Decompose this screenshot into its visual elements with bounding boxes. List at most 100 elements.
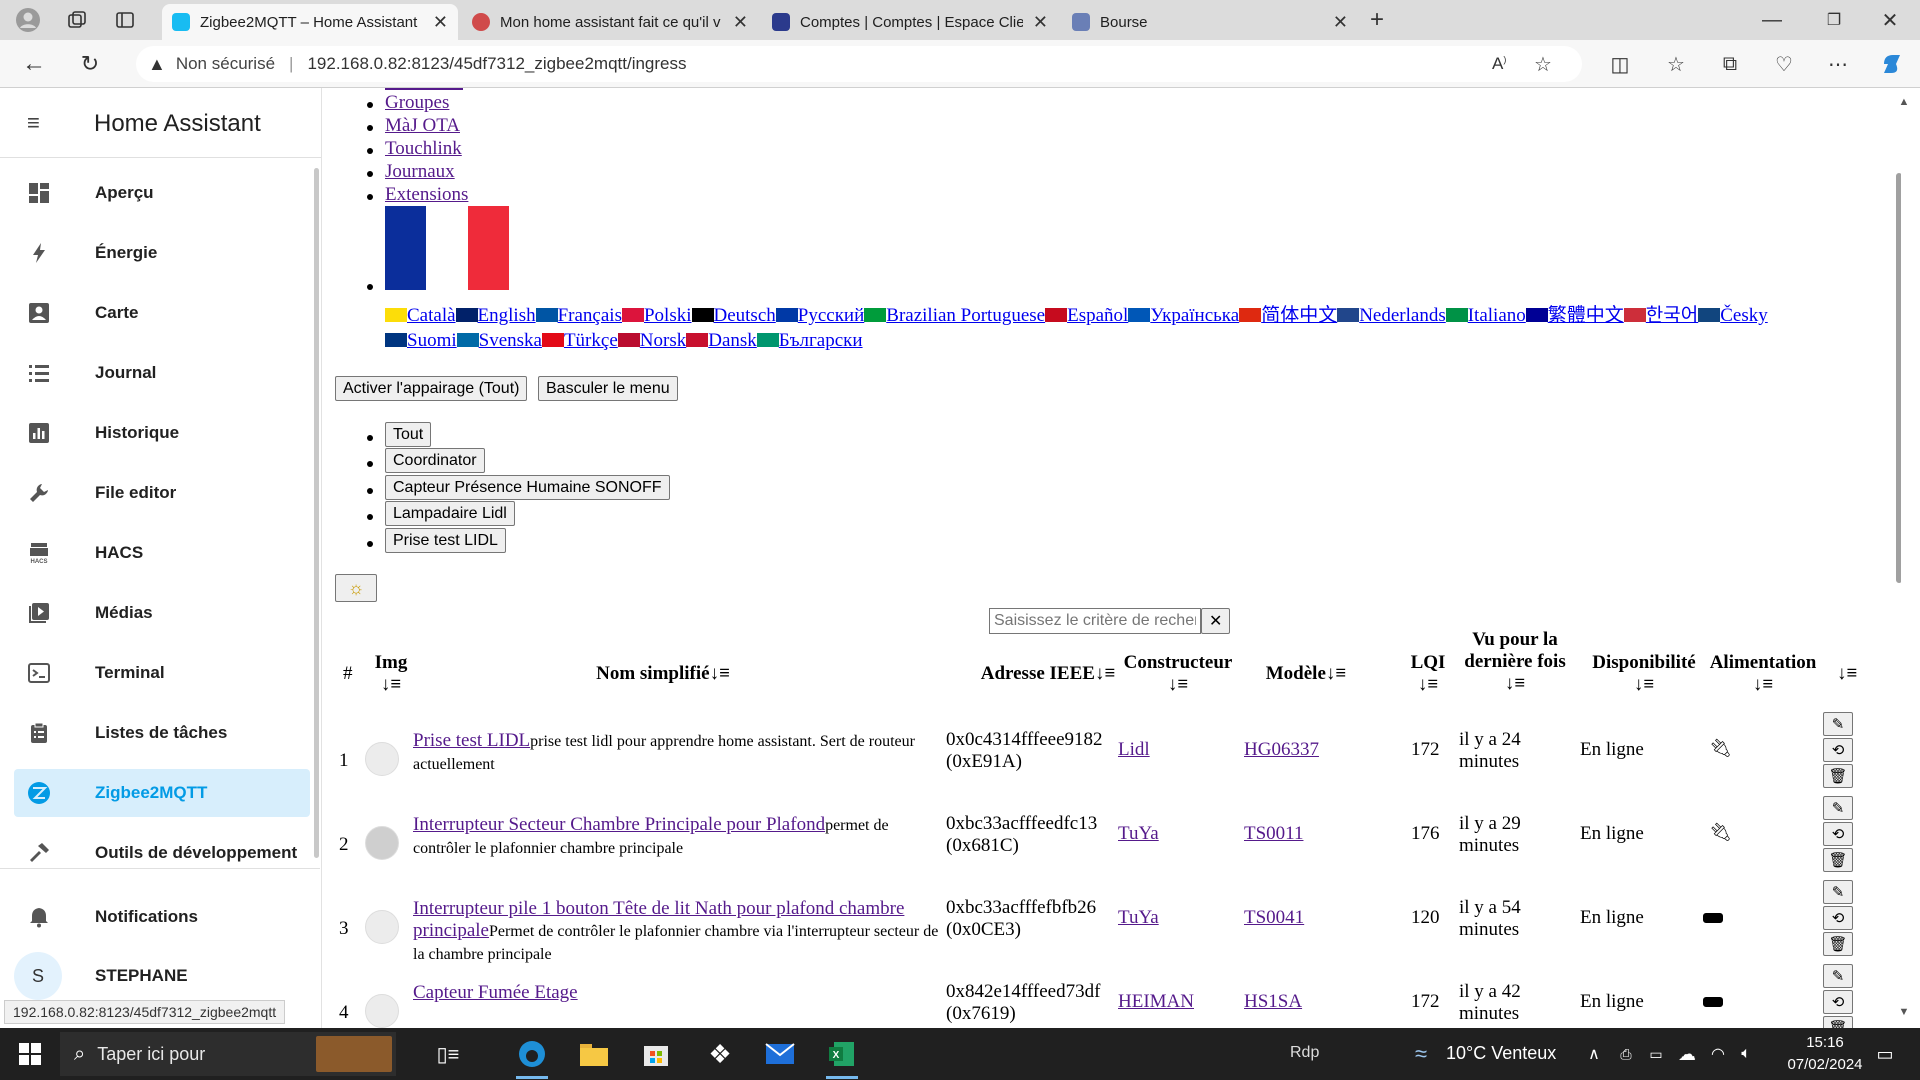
vendor-link[interactable]: Lidl bbox=[1118, 739, 1150, 761]
tab-bourse[interactable]: Bourse ✕ bbox=[1062, 4, 1358, 40]
permit-target-tout[interactable]: Tout bbox=[385, 422, 432, 447]
taskbar-search[interactable]: ⌕ Taper ici pour bbox=[60, 1032, 396, 1076]
security-label[interactable]: Non sécurisé bbox=[176, 54, 275, 74]
rename-button[interactable]: ✎ bbox=[1823, 880, 1853, 904]
search-input[interactable] bbox=[989, 608, 1201, 634]
model-link[interactable]: TS0011 bbox=[1244, 823, 1303, 845]
col-header-img[interactable]: Img ↓≡ bbox=[367, 652, 415, 696]
col-header-availability[interactable]: Disponibilité ↓≡ bbox=[1581, 652, 1707, 696]
vendor-link[interactable]: TuYa bbox=[1118, 907, 1159, 929]
rename-button[interactable]: ✎ bbox=[1823, 796, 1853, 820]
remove-button[interactable]: 🗑︎ bbox=[1823, 932, 1853, 956]
sidebar-item-apercu[interactable]: Aperçu bbox=[14, 169, 310, 217]
model-link[interactable]: TS0041 bbox=[1244, 907, 1304, 929]
windows-start-icon[interactable] bbox=[10, 1038, 50, 1070]
sidebar-item-historique[interactable]: Historique bbox=[14, 409, 310, 457]
model-link[interactable]: HG06337 bbox=[1244, 739, 1319, 761]
language-link[interactable]: Dansk bbox=[708, 330, 757, 351]
col-header-vendor[interactable]: Constructeur ↓≡ bbox=[1118, 652, 1238, 696]
model-link[interactable]: HS1SA bbox=[1244, 991, 1302, 1013]
nav-link-extensions[interactable]: Extensions bbox=[385, 184, 468, 206]
remove-button[interactable]: 🗑︎ bbox=[1823, 764, 1853, 788]
reconfigure-button[interactable]: ⟲ bbox=[1823, 990, 1853, 1014]
col-header-model[interactable]: Modèle↓≡ bbox=[1241, 663, 1371, 685]
sidebar-item-terminal[interactable]: Terminal bbox=[14, 649, 310, 697]
col-header-last-seen[interactable]: Vu pour la dernière fois ↓≡ bbox=[1459, 629, 1571, 695]
split-screen-icon[interactable]: ◫ bbox=[1604, 50, 1636, 78]
read-aloud-icon[interactable]: A) bbox=[1492, 54, 1506, 74]
store-icon[interactable] bbox=[638, 1036, 674, 1072]
sidebar-item-file-editor[interactable]: File editor bbox=[14, 469, 310, 517]
more-options-icon[interactable]: ⋯ bbox=[1822, 50, 1854, 78]
sidebar-item-notifications[interactable]: Notifications bbox=[14, 893, 310, 941]
sidebar-item-user[interactable]: S STEPHANE bbox=[14, 952, 310, 1000]
sidebar-item-zigbee2mqtt[interactable]: Zigbee2MQTT bbox=[14, 769, 310, 817]
language-link[interactable]: 한국어 bbox=[1646, 305, 1698, 326]
tab-comptes[interactable]: Comptes | Comptes | Espace Clie ✕ bbox=[762, 4, 1058, 40]
collections-icon[interactable]: ⧉ bbox=[1714, 50, 1746, 78]
favorites-icon[interactable]: ☆ bbox=[1660, 50, 1692, 78]
browser-essentials-icon[interactable]: ♡ bbox=[1768, 50, 1800, 78]
tab-forum[interactable]: Mon home assistant fait ce qu'il v ✕ bbox=[462, 4, 758, 40]
nav-link-ota[interactable]: MàJ OTA bbox=[385, 115, 460, 137]
language-link[interactable]: Brazilian Portuguese bbox=[886, 305, 1045, 326]
new-tab-icon[interactable]: + bbox=[1362, 6, 1392, 34]
sidebar-item-energie[interactable]: Énergie bbox=[14, 229, 310, 277]
dropbox-icon[interactable]: ❖ bbox=[702, 1036, 738, 1072]
sidebar-item-hacs[interactable]: HACS HACS bbox=[14, 529, 310, 577]
workspaces-icon[interactable] bbox=[62, 6, 92, 34]
favorite-star-icon[interactable]: ☆ bbox=[1534, 52, 1552, 77]
language-link[interactable]: Svenska bbox=[479, 330, 542, 351]
language-link[interactable]: Русский bbox=[798, 305, 865, 326]
language-link[interactable]: Italiano bbox=[1468, 305, 1526, 326]
language-link[interactable]: 简体中文 bbox=[1261, 305, 1337, 326]
mail-icon[interactable] bbox=[762, 1036, 798, 1072]
language-link[interactable]: Nederlands bbox=[1359, 305, 1446, 326]
rename-button[interactable]: ✎ bbox=[1823, 712, 1853, 736]
language-selector-flag[interactable] bbox=[385, 206, 509, 290]
device-image[interactable] bbox=[365, 994, 399, 1028]
device-name-link[interactable]: Prise test LIDL bbox=[413, 730, 530, 751]
tray-chevron-up-icon[interactable]: ∧ bbox=[1584, 1040, 1604, 1068]
col-header-actions[interactable]: ↓≡ bbox=[1837, 663, 1857, 685]
device-name-link[interactable]: Capteur Fumée Etage bbox=[413, 982, 578, 1003]
excel-icon[interactable]: X bbox=[824, 1036, 860, 1072]
close-tab-icon[interactable]: ✕ bbox=[1333, 12, 1348, 33]
onedrive-icon[interactable]: ☁ bbox=[1674, 1040, 1700, 1068]
reconfigure-button[interactable]: ⟲ bbox=[1823, 738, 1853, 762]
refresh-icon[interactable]: ↻ bbox=[74, 48, 106, 80]
back-icon[interactable]: ← bbox=[18, 48, 50, 80]
warning-icon[interactable]: ▲ bbox=[148, 54, 166, 75]
clock-date[interactable]: 07/02/2024 bbox=[1780, 1056, 1870, 1073]
close-tab-icon[interactable]: ✕ bbox=[1033, 12, 1048, 33]
reconfigure-button[interactable]: ⟲ bbox=[1823, 906, 1853, 930]
language-link[interactable]: Suomi bbox=[407, 330, 457, 351]
device-image[interactable] bbox=[365, 910, 399, 944]
sidebar-item-outils-de-developpement[interactable]: Outils de développement bbox=[14, 829, 310, 877]
nav-link-journaux[interactable]: Journaux bbox=[385, 161, 455, 183]
language-link[interactable]: 繁體中文 bbox=[1548, 305, 1624, 326]
profile-icon[interactable] bbox=[10, 6, 46, 34]
clock-time[interactable]: 15:16 bbox=[1790, 1034, 1860, 1051]
url-field[interactable]: ▲ Non sécurisé | 192.168.0.82:8123/45df7… bbox=[136, 46, 1582, 82]
nav-link-touchlink[interactable]: Touchlink bbox=[385, 138, 462, 160]
nav-link-groupes[interactable]: Groupes bbox=[385, 92, 449, 114]
language-link[interactable]: Deutsch bbox=[714, 305, 776, 326]
scroll-up-icon[interactable]: ▲ bbox=[1896, 94, 1912, 110]
language-link[interactable]: Català bbox=[407, 305, 456, 326]
url-text[interactable]: 192.168.0.82:8123/45df7312_zigbee2mqtt/i… bbox=[307, 54, 686, 74]
tab-zigbee2mqtt[interactable]: Zigbee2MQTT – Home Assistant ✕ bbox=[162, 4, 458, 40]
vendor-link[interactable]: HEIMAN bbox=[1118, 991, 1194, 1013]
permit-target-prise[interactable]: Prise test LIDL bbox=[385, 528, 506, 553]
tray-battery-icon[interactable]: ▭ bbox=[1644, 1040, 1668, 1068]
vendor-link[interactable]: TuYa bbox=[1118, 823, 1159, 845]
col-header-ieee[interactable]: Adresse IEEE↓≡ bbox=[953, 663, 1143, 685]
maximize-icon[interactable]: ❐ bbox=[1814, 6, 1854, 34]
language-link[interactable]: Polski bbox=[644, 305, 692, 326]
language-link[interactable]: Français bbox=[558, 305, 622, 326]
device-name-link[interactable]: Interrupteur Secteur Chambre Principale … bbox=[413, 814, 825, 835]
page-scrollbar[interactable] bbox=[1896, 173, 1901, 583]
remove-button[interactable]: 🗑︎ bbox=[1823, 1016, 1853, 1028]
scroll-down-icon[interactable]: ▼ bbox=[1896, 1004, 1912, 1020]
sidebar-item-carte[interactable]: Carte bbox=[14, 289, 310, 337]
